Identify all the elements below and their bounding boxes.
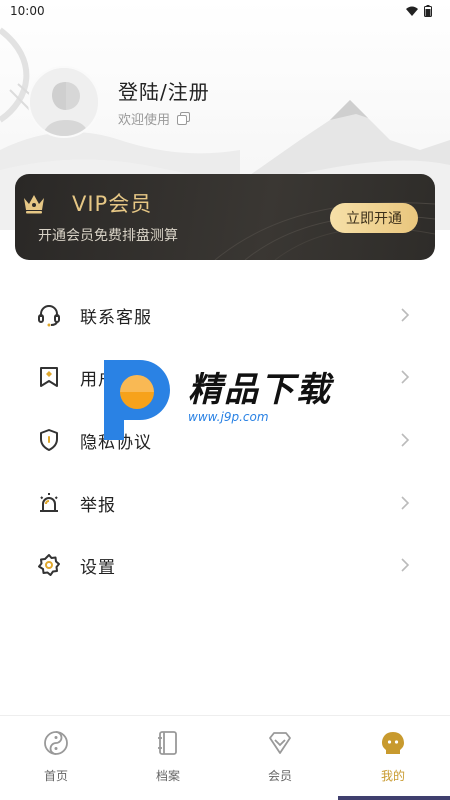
nav-label: 我的 — [380, 769, 405, 783]
avatar[interactable] — [28, 66, 100, 138]
menu-item-label: 设置 — [80, 557, 116, 578]
welcome-text: 欢迎使用 — [118, 113, 171, 128]
profile-face-icon — [380, 730, 406, 756]
menu-item-settings[interactable]: 设置 — [0, 540, 450, 590]
login-register-link[interactable]: 登陆/注册 — [118, 76, 210, 105]
nav-label: 档案 — [155, 769, 180, 783]
activate-vip-button[interactable]: 立即开通 — [330, 203, 418, 233]
diamond-icon — [267, 730, 293, 756]
nav-tab-membership[interactable]: 会员 — [224, 716, 336, 796]
wifi-icon — [406, 6, 418, 16]
home-indicator — [338, 796, 450, 800]
vip-title: VIP会员 — [72, 192, 153, 216]
menu-item-report[interactable]: 举报 — [0, 478, 450, 528]
chevron-right-icon — [400, 557, 410, 573]
nav-label: 首页 — [43, 769, 68, 783]
chevron-right-icon — [400, 432, 410, 448]
bookmark-icon — [37, 365, 61, 389]
watermark-title: 精品下载 — [188, 370, 332, 410]
status-bar: 10:00 — [0, 0, 450, 22]
nav-tab-mine[interactable]: 我的 — [337, 716, 449, 796]
watermark-logo-icon — [104, 360, 170, 440]
notebook-icon — [155, 730, 181, 756]
menu-item-label: 联系客服 — [80, 307, 152, 328]
headset-icon — [37, 303, 61, 327]
welcome-row: 欢迎使用 — [118, 109, 191, 128]
watermark-url: www.j9p.com — [188, 410, 269, 424]
crown-icon — [24, 195, 44, 214]
status-time: 10:00 — [10, 4, 45, 18]
chevron-right-icon — [400, 369, 410, 385]
menu-item-label: 举报 — [80, 495, 116, 516]
nav-tab-archive[interactable]: 档案 — [112, 716, 224, 796]
nav-tab-home[interactable]: 首页 — [0, 716, 112, 796]
bottom-navigation: 首页 档案 会员 我的 — [0, 715, 450, 800]
watermark: 精品下载 www.j9p.com — [96, 356, 356, 442]
chevron-right-icon — [400, 495, 410, 511]
yin-yang-icon — [43, 730, 69, 756]
copy-icon[interactable] — [177, 112, 191, 125]
chevron-right-icon — [400, 307, 410, 323]
nav-label: 会员 — [267, 769, 292, 783]
vip-subtitle: 开通会员免费排盘测算 — [38, 228, 178, 244]
battery-icon — [424, 5, 432, 17]
gear-icon — [37, 553, 61, 577]
menu-item-customer-service[interactable]: 联系客服 — [0, 290, 450, 340]
shield-icon — [37, 428, 61, 452]
alarm-icon — [37, 491, 61, 515]
